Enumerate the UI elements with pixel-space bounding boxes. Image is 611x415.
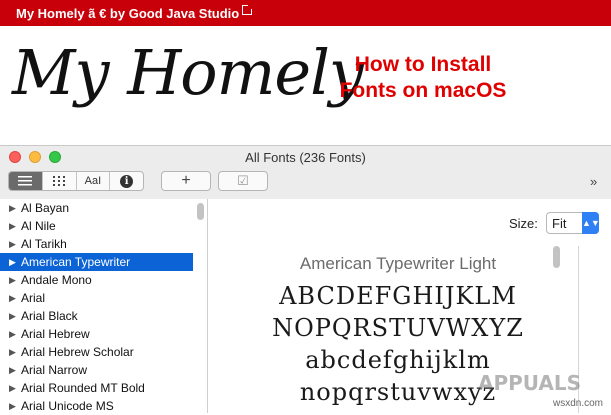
size-value: Fit bbox=[552, 216, 567, 231]
disclosure-triangle-icon[interactable]: ▶ bbox=[9, 311, 16, 322]
font-name: Arial Hebrew bbox=[21, 327, 90, 341]
font-list-item[interactable]: ▶ Arial Unicode MS bbox=[0, 397, 193, 415]
view-mode-control: AaI i bbox=[8, 171, 144, 191]
add-font-button[interactable]: + bbox=[161, 171, 211, 191]
article-headline: How to Install Fonts on macOS bbox=[339, 53, 507, 102]
font-list-scrollbar[interactable] bbox=[197, 203, 204, 220]
external-link-icon[interactable] bbox=[242, 3, 254, 15]
font-list: ▶ Al Bayan ▶ Al Nile ▶ Al Tarikh ▶ American Typ… bbox=[0, 199, 208, 413]
info-view-button[interactable]: i bbox=[110, 172, 143, 190]
sample-line-uppercase-2: NOPQRSTUVWXYZ bbox=[272, 314, 524, 342]
disclosure-triangle-icon[interactable]: ▶ bbox=[9, 383, 16, 394]
font-name: Arial Rounded MT Bold bbox=[21, 381, 145, 395]
font-name: Al Tarikh bbox=[21, 237, 67, 251]
sample-view-icon: AaI bbox=[84, 175, 102, 187]
font-list-item[interactable]: ▶ Arial bbox=[0, 289, 193, 307]
list-view-icon bbox=[18, 176, 33, 186]
font-list-item[interactable]: ▶ Arial Black bbox=[0, 307, 193, 325]
list-view-button[interactable] bbox=[9, 172, 43, 190]
font-list-item[interactable]: ▶ Arial Hebrew bbox=[0, 325, 193, 343]
font-name: Arial Hebrew Scholar bbox=[21, 345, 134, 359]
font-list-item[interactable]: ▶ American Typewriter bbox=[0, 253, 193, 271]
sample-view-button[interactable]: AaI bbox=[77, 172, 111, 190]
font-name: Arial Unicode MS bbox=[21, 399, 114, 413]
font-name: Andale Mono bbox=[21, 273, 92, 287]
sample-line-uppercase-1: ABCDEFGHIJKLM bbox=[279, 282, 517, 310]
disclosure-triangle-icon[interactable]: ▶ bbox=[9, 347, 16, 358]
disclosure-triangle-icon[interactable]: ▶ bbox=[9, 275, 16, 286]
disclosure-triangle-icon[interactable]: ▶ bbox=[9, 329, 16, 340]
font-list-item[interactable]: ▶ Al Bayan bbox=[0, 199, 193, 217]
disclosure-triangle-icon[interactable]: ▶ bbox=[9, 203, 16, 214]
site-banner: My Homely ã € by Good Java Studio bbox=[0, 0, 611, 26]
font-name: Arial Black bbox=[21, 309, 78, 323]
font-name: Arial bbox=[21, 291, 46, 305]
title-bar: All Fonts (236 Fonts) bbox=[0, 146, 611, 168]
chevron-updown-icon: ▲▼ bbox=[582, 212, 600, 234]
banner-title[interactable]: My Homely ã € by Good Java Studio bbox=[16, 6, 239, 21]
toolbar-overflow-button[interactable]: » bbox=[590, 174, 597, 189]
font-list-item[interactable]: ▶ Arial Hebrew Scholar bbox=[0, 343, 193, 361]
size-label: Size: bbox=[509, 216, 538, 231]
font-name: American Typewriter bbox=[21, 255, 131, 269]
font-list-item[interactable]: ▶ Al Tarikh bbox=[0, 235, 193, 253]
window-title: All Fonts (236 Fonts) bbox=[245, 150, 366, 165]
validate-font-button[interactable]: ☑ bbox=[218, 171, 268, 191]
preview-font-name: American Typewriter Light bbox=[299, 254, 497, 273]
sample-line-lowercase-1: abcdefghijklm bbox=[305, 346, 491, 374]
font-list-item[interactable]: ▶ Andale Mono bbox=[0, 271, 193, 289]
disclosure-triangle-icon[interactable]: ▶ bbox=[9, 257, 16, 268]
disclosure-triangle-icon[interactable]: ▶ bbox=[9, 221, 16, 232]
preview-scrollbar[interactable] bbox=[553, 246, 560, 268]
disclosure-triangle-icon[interactable]: ▶ bbox=[9, 239, 16, 250]
info-icon: i bbox=[120, 174, 134, 188]
font-name: Al Bayan bbox=[21, 201, 70, 215]
toolbar: AaI i + ☑ » bbox=[0, 168, 611, 196]
font-name: Al Nile bbox=[21, 219, 56, 233]
disclosure-triangle-icon[interactable]: ▶ bbox=[9, 365, 16, 376]
appuals-watermark: APPUALS bbox=[478, 371, 582, 395]
grid-view-button[interactable] bbox=[43, 172, 77, 190]
font-list-item[interactable]: ▶ Al Nile bbox=[0, 217, 193, 235]
disclosure-triangle-icon[interactable]: ▶ bbox=[9, 401, 16, 412]
font-name: Arial Narrow bbox=[21, 363, 88, 377]
grid-view-icon bbox=[53, 176, 66, 186]
size-select[interactable]: Fit ▲▼ bbox=[546, 212, 600, 234]
font-list-item[interactable]: ▶ Arial Rounded MT Bold bbox=[0, 379, 193, 397]
disclosure-triangle-icon[interactable]: ▶ bbox=[9, 293, 16, 304]
site-watermark: wsxdn.com bbox=[553, 398, 604, 409]
font-list-item[interactable]: ▶ Arial Narrow bbox=[0, 361, 193, 379]
site-logo: My Homely bbox=[12, 36, 364, 109]
